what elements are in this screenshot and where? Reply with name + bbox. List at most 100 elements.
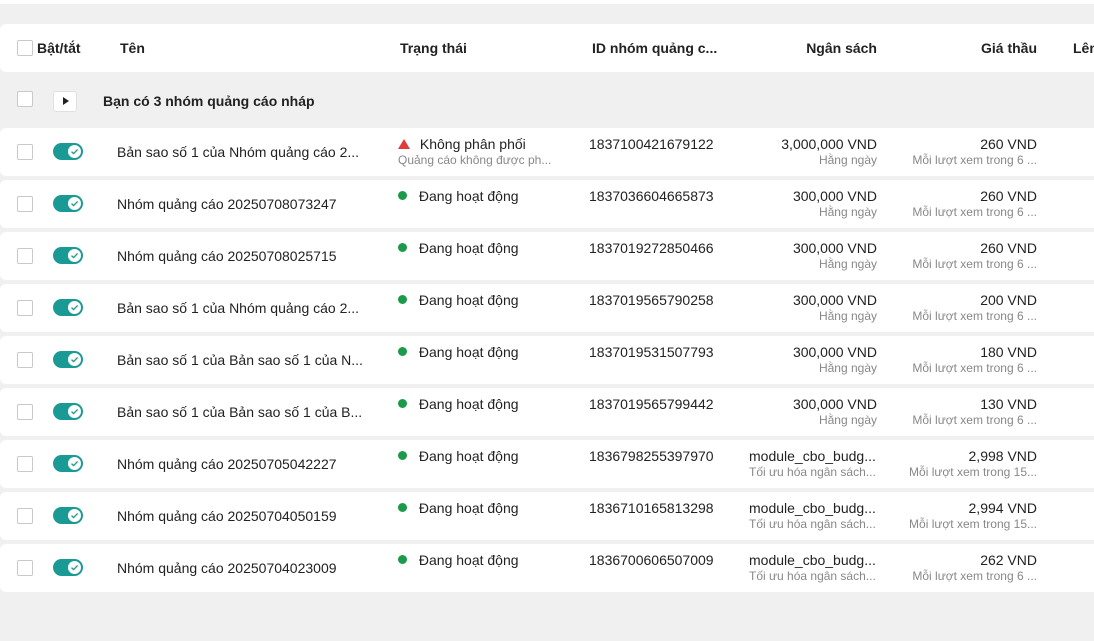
budget-subtext: Tối ưu hóa ngân sách... — [749, 569, 876, 583]
budget-cell: 300,000 VND Hằng ngày — [793, 344, 877, 375]
table-row[interactable]: Nhóm quảng cáo 20250708025715 Đang hoạt … — [0, 232, 1094, 280]
adgroup-status: Đang hoạt động — [398, 448, 519, 464]
draft-checkbox[interactable] — [17, 91, 33, 107]
budget-value: 300,000 VND — [792, 188, 877, 204]
toggle-knob — [68, 197, 81, 210]
adgroup-name[interactable]: Nhóm quảng cáo 20250704023009 — [117, 560, 337, 576]
row-checkbox[interactable] — [17, 352, 33, 368]
bid-cell: 2,998 VND Mỗi lượt xem trong 15... — [909, 448, 1037, 479]
row-checkbox[interactable] — [17, 560, 33, 576]
budget-cell: 300,000 VND Hằng ngày — [793, 292, 877, 323]
bid-cell: 262 VND Mỗi lượt xem trong 6 ... — [912, 552, 1037, 583]
adgroup-id: 1837036604665873 — [589, 188, 714, 204]
status-toggle[interactable] — [53, 559, 83, 576]
row-checkbox[interactable] — [17, 508, 33, 524]
status-text: Đang hoạt động — [418, 344, 519, 360]
budget-cell: 300,000 VND Hằng ngày — [793, 240, 877, 271]
active-dot-icon — [398, 555, 407, 564]
bid-cell: 200 VND Mỗi lượt xem trong 6 ... — [912, 292, 1037, 323]
budget-subtext: Hằng ngày — [818, 153, 877, 167]
budget-cell: 300,000 VND Hằng ngày — [793, 396, 877, 427]
header-status[interactable]: Trạng thái — [400, 40, 467, 56]
toggle-knob — [68, 561, 81, 574]
budget-value: 300,000 VND — [792, 344, 877, 360]
adgroup-id: 1837100421679122 — [589, 136, 714, 152]
bid-value: 2,994 VND — [968, 500, 1037, 516]
expand-button[interactable] — [53, 91, 77, 112]
select-all-checkbox[interactable] — [17, 40, 33, 56]
active-dot-icon — [398, 295, 407, 304]
header-bid[interactable]: Giá thầu — [981, 40, 1037, 56]
status-toggle[interactable] — [53, 143, 83, 160]
bid-value: 260 VND — [980, 240, 1037, 256]
status-toggle[interactable] — [53, 299, 83, 316]
bid-subtext: Mỗi lượt xem trong 6 ... — [912, 309, 1037, 323]
active-dot-icon — [398, 399, 407, 408]
table-row[interactable]: Bản sao số 1 của Nhóm quảng cáo 2... Đan… — [0, 284, 1094, 332]
adgroup-id: 1836700606507009 — [589, 552, 714, 568]
status-text: Đang hoạt động — [418, 188, 519, 204]
row-checkbox[interactable] — [17, 248, 33, 264]
status-toggle[interactable] — [53, 403, 83, 420]
toggle-knob — [68, 457, 81, 470]
status-subtext: Quảng cáo không được ph... — [398, 153, 552, 167]
check-icon — [71, 200, 79, 207]
table-row[interactable]: Nhóm quảng cáo 20250705042227 Đang hoạt … — [0, 440, 1094, 488]
header-adgroup-id[interactable]: ID nhóm quảng c... — [592, 40, 717, 56]
status-text: Đang hoạt động — [418, 240, 519, 256]
adgroup-status: Đang hoạt động — [398, 292, 519, 308]
budget-value: 300,000 VND — [792, 292, 877, 308]
adgroup-id: 1836710165813298 — [589, 500, 714, 516]
status-toggle[interactable] — [53, 195, 83, 212]
bid-subtext: Mỗi lượt xem trong 6 ... — [912, 569, 1037, 583]
adgroup-name[interactable]: Nhóm quảng cáo 20250705042227 — [117, 456, 337, 472]
adgroup-name[interactable]: Bản sao số 1 của Bản sao số 1 của B... — [117, 404, 362, 420]
row-checkbox[interactable] — [17, 300, 33, 316]
adgroup-status: Đang hoạt động — [398, 188, 519, 204]
header-budget[interactable]: Ngân sách — [806, 40, 877, 56]
budget-subtext: Tối ưu hóa ngân sách... — [749, 517, 876, 531]
status-toggle[interactable] — [53, 247, 83, 264]
status-text: Đang hoạt động — [418, 552, 519, 568]
table-row[interactable]: Bản sao số 1 của Nhóm quảng cáo 2... Khô… — [0, 128, 1094, 176]
check-icon — [71, 512, 79, 519]
budget-subtext: Hằng ngày — [818, 205, 877, 219]
adgroup-name[interactable]: Nhóm quảng cáo 20250704050159 — [117, 508, 337, 524]
table-row[interactable]: Nhóm quảng cáo 20250704023009 Đang hoạt … — [0, 544, 1094, 592]
adgroup-id: 1837019565799442 — [589, 396, 714, 412]
table-row[interactable]: Bản sao số 1 của Bản sao số 1 của B... Đ… — [0, 388, 1094, 436]
adgroup-name[interactable]: Nhóm quảng cáo 20250708073247 — [117, 196, 337, 212]
budget-value: 300,000 VND — [792, 396, 877, 412]
caret-right-icon — [63, 97, 69, 105]
table-row[interactable]: Bản sao số 1 của Bản sao số 1 của N... Đ… — [0, 336, 1094, 384]
adgroup-status: Không phân phối Quảng cáo không được ph.… — [398, 136, 551, 167]
toggle-knob — [68, 301, 81, 314]
adgroup-id: 1836798255397970 — [589, 448, 714, 464]
header-toggle[interactable]: Bật/tắt — [37, 40, 81, 56]
row-checkbox[interactable] — [17, 196, 33, 212]
adgroup-id: 1837019272850466 — [589, 240, 714, 256]
table-row[interactable]: Nhóm quảng cáo 20250708073247 Đang hoạt … — [0, 180, 1094, 228]
budget-subtext: Hằng ngày — [818, 361, 877, 375]
status-toggle[interactable] — [53, 351, 83, 368]
header-name[interactable]: Tên — [120, 40, 145, 56]
row-checkbox[interactable] — [17, 404, 33, 420]
adgroup-name[interactable]: Bản sao số 1 của Bản sao số 1 của N... — [117, 352, 363, 368]
status-toggle[interactable] — [53, 507, 83, 524]
adgroup-name[interactable]: Bản sao số 1 của Nhóm quảng cáo 2... — [117, 300, 359, 316]
row-checkbox[interactable] — [17, 144, 33, 160]
row-checkbox[interactable] — [17, 456, 33, 472]
adgroup-status: Đang hoạt động — [398, 344, 519, 360]
adgroup-id: 1837019565790258 — [589, 292, 714, 308]
adgroup-name[interactable]: Bản sao số 1 của Nhóm quảng cáo 2... — [117, 144, 359, 160]
status-text: Đang hoạt động — [418, 448, 519, 464]
bid-subtext: Mỗi lượt xem trong 6 ... — [912, 413, 1037, 427]
adgroup-status: Đang hoạt động — [398, 552, 519, 568]
status-text: Đang hoạt động — [418, 500, 519, 516]
bid-cell: 180 VND Mỗi lượt xem trong 6 ... — [912, 344, 1037, 375]
adgroup-name[interactable]: Nhóm quảng cáo 20250708025715 — [117, 248, 337, 264]
budget-value: 3,000,000 VND — [781, 136, 877, 152]
status-toggle[interactable] — [53, 455, 83, 472]
table-row[interactable]: Nhóm quảng cáo 20250704050159 Đang hoạt … — [0, 492, 1094, 540]
header-extra[interactable]: Lên — [1073, 40, 1094, 56]
